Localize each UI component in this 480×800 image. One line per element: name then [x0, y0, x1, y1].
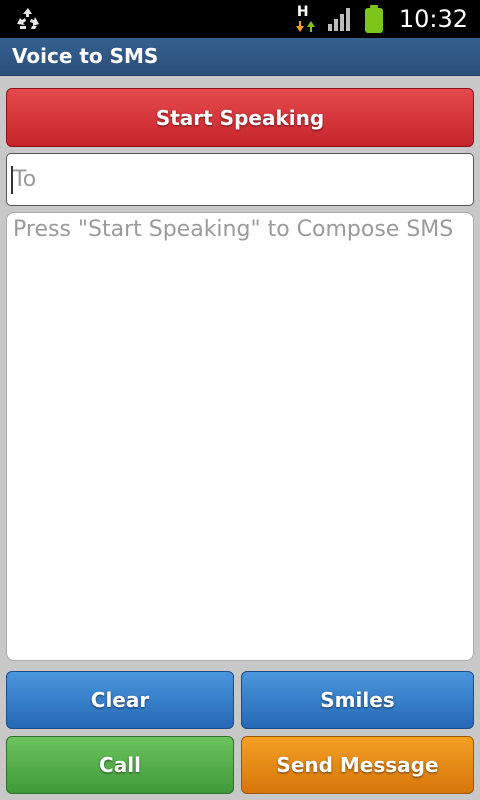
smiles-label: Smiles [320, 688, 395, 712]
start-speaking-label: Start Speaking [155, 105, 325, 130]
send-message-label: Send Message [276, 753, 439, 777]
title-bar: Voice to SMS [0, 38, 480, 76]
smiles-button[interactable]: Smiles [241, 671, 474, 729]
signal-icon [327, 8, 350, 31]
network-h-icon: H [293, 4, 317, 34]
message-field[interactable] [6, 212, 474, 661]
send-message-button[interactable]: Send Message [241, 736, 474, 794]
to-field[interactable] [6, 153, 474, 206]
text-cursor [11, 166, 13, 194]
status-time: 10:32 [398, 5, 468, 33]
call-button[interactable]: Call [6, 736, 234, 794]
start-speaking-button[interactable]: Start Speaking [6, 88, 474, 147]
status-right: H 10:32 [293, 0, 480, 38]
recycle-icon [17, 8, 39, 29]
clear-label: Clear [90, 688, 150, 712]
status-bar: H 10:32 [0, 0, 480, 38]
battery-icon [364, 5, 383, 33]
app-title: Voice to SMS [12, 44, 159, 68]
clear-button[interactable]: Clear [6, 671, 234, 729]
call-label: Call [99, 753, 141, 777]
network-type-label: H [296, 4, 309, 20]
